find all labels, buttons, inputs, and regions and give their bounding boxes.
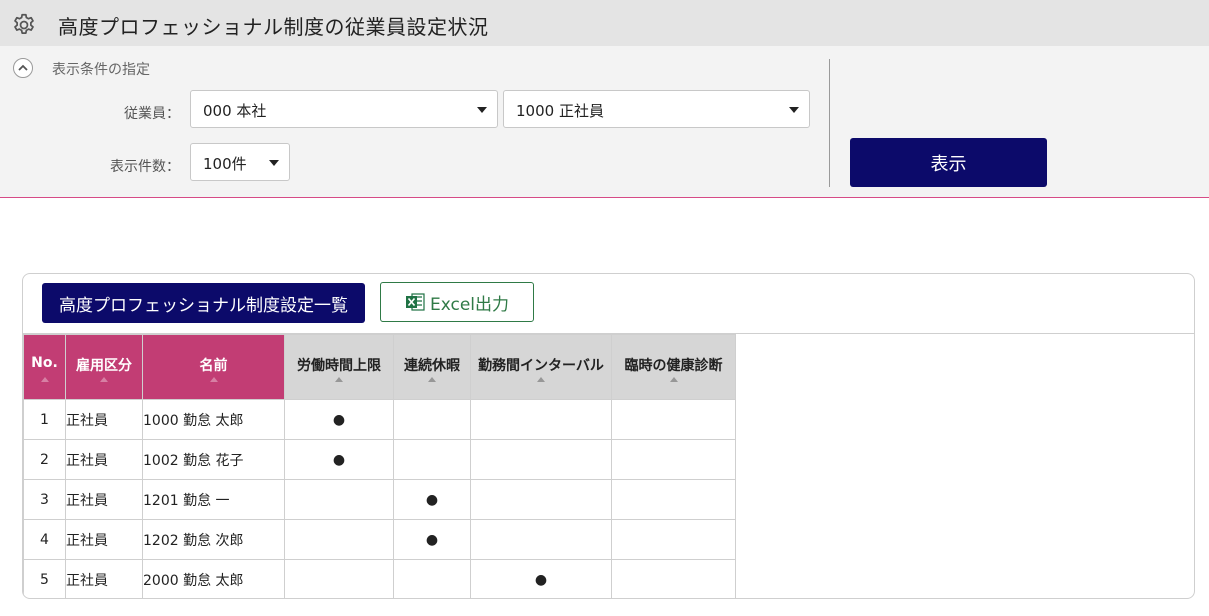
cell-health-checkup xyxy=(611,439,736,480)
cell-consecutive-leave xyxy=(393,439,471,480)
count-select[interactable]: 100件 xyxy=(190,143,290,181)
cell-no: 2 xyxy=(23,439,66,480)
cell-consecutive-leave: ● xyxy=(393,519,471,560)
cell-working-hours-limit xyxy=(284,519,394,560)
sort-icon xyxy=(209,377,218,382)
list-card: 高度プロフェッショナル制度設定一覧 Excel出力 No. 雇用区分 名前 労働… xyxy=(22,273,1195,599)
cell-work-interval xyxy=(470,399,612,440)
cell-health-checkup xyxy=(611,559,736,598)
cell-name: 1002 勤怠 花子 xyxy=(142,439,285,480)
filter-heading: 表示条件の指定 xyxy=(52,62,150,78)
cell-consecutive-leave xyxy=(393,559,471,598)
list-title-button[interactable]: 高度プロフェッショナル制度設定一覧 xyxy=(42,283,365,323)
cell-working-hours-limit xyxy=(284,479,394,520)
table-row: 4 正社員 1202 勤怠 次郎 ● xyxy=(23,519,736,560)
cell-name: 1201 勤怠 一 xyxy=(142,479,285,520)
cell-work-interval xyxy=(470,479,612,520)
cell-name: 1202 勤怠 次郎 xyxy=(142,519,285,560)
count-value: 100件 xyxy=(203,155,247,173)
cell-work-interval xyxy=(470,519,612,560)
cell-employment-type: 正社員 xyxy=(65,519,143,560)
sort-icon xyxy=(428,377,436,382)
cell-working-hours-limit xyxy=(284,559,394,598)
sort-icon xyxy=(335,377,343,382)
column-header-health-checkup[interactable]: 臨時の健康診断 xyxy=(611,334,736,400)
cell-name: 2000 勤怠 太郎 xyxy=(142,559,285,598)
cell-employment-type: 正社員 xyxy=(65,399,143,440)
caret-down-icon xyxy=(477,107,487,113)
sort-icon xyxy=(537,377,545,382)
table-row: 1 正社員 1000 勤怠 太郎 ● xyxy=(23,399,736,440)
settings-table: No. 雇用区分 名前 労働時間上限 連続休暇 勤務間インターバル 臨時の健康診… xyxy=(23,334,736,598)
employee-label: 従業員： xyxy=(124,106,180,122)
cell-no: 1 xyxy=(23,399,66,440)
cell-health-checkup xyxy=(611,479,736,520)
cell-working-hours-limit: ● xyxy=(284,399,394,440)
page-title: 高度プロフェッショナル制度の従業員設定状況 xyxy=(58,15,489,39)
cell-health-checkup xyxy=(611,399,736,440)
employee-office-value: 000 本社 xyxy=(203,102,267,120)
cell-health-checkup xyxy=(611,519,736,560)
excel-icon xyxy=(405,293,425,311)
cell-working-hours-limit: ● xyxy=(284,439,394,480)
sort-icon xyxy=(100,377,108,382)
column-header-working-hours-limit[interactable]: 労働時間上限 xyxy=(284,334,394,400)
cell-work-interval: ● xyxy=(470,559,612,598)
employee-office-select[interactable]: 000 本社 xyxy=(190,90,498,128)
excel-export-label: Excel出力 xyxy=(429,294,510,315)
cell-no: 4 xyxy=(23,519,66,560)
excel-export-button[interactable]: Excel出力 xyxy=(380,282,534,322)
table-row: 2 正社員 1002 勤怠 花子 ● xyxy=(23,439,736,480)
panel-divider xyxy=(829,59,830,187)
collapse-button[interactable] xyxy=(13,58,33,78)
column-header-no[interactable]: No. xyxy=(23,334,66,400)
title-bar: 高度プロフェッショナル制度の従業員設定状況 xyxy=(0,0,1209,46)
employee-type-value: 1000 正社員 xyxy=(516,102,604,120)
sort-icon xyxy=(40,377,49,382)
chevron-up-icon xyxy=(18,64,28,71)
cell-work-interval xyxy=(470,439,612,480)
cell-employment-type: 正社員 xyxy=(65,479,143,520)
cell-no: 5 xyxy=(23,559,66,598)
employee-type-select[interactable]: 1000 正社員 xyxy=(503,90,810,128)
table-row: 5 正社員 2000 勤怠 太郎 ● xyxy=(23,559,736,598)
cell-name: 1000 勤怠 太郎 xyxy=(142,399,285,440)
gear-icon[interactable] xyxy=(11,12,37,38)
cell-consecutive-leave: ● xyxy=(393,479,471,520)
caret-down-icon xyxy=(269,160,279,166)
table-row: 3 正社員 1201 勤怠 一 ● xyxy=(23,479,736,520)
cell-employment-type: 正社員 xyxy=(65,439,143,480)
table-header-row: No. 雇用区分 名前 労働時間上限 連続休暇 勤務間インターバル 臨時の健康診… xyxy=(23,334,736,400)
filter-panel: 表示条件の指定 従業員： 000 本社 1000 正社員 表示件数： 100件 … xyxy=(0,46,1209,198)
cell-no: 3 xyxy=(23,479,66,520)
column-header-employment-type[interactable]: 雇用区分 xyxy=(65,334,143,400)
column-header-name[interactable]: 名前 xyxy=(142,334,285,400)
caret-down-icon xyxy=(789,107,799,113)
count-label: 表示件数： xyxy=(110,159,180,175)
column-header-work-interval[interactable]: 勤務間インターバル xyxy=(470,334,612,400)
column-header-consecutive-leave[interactable]: 連続休暇 xyxy=(393,334,471,400)
cell-consecutive-leave xyxy=(393,399,471,440)
show-button[interactable]: 表示 xyxy=(850,138,1047,187)
cell-employment-type: 正社員 xyxy=(65,559,143,598)
sort-icon xyxy=(669,377,678,382)
